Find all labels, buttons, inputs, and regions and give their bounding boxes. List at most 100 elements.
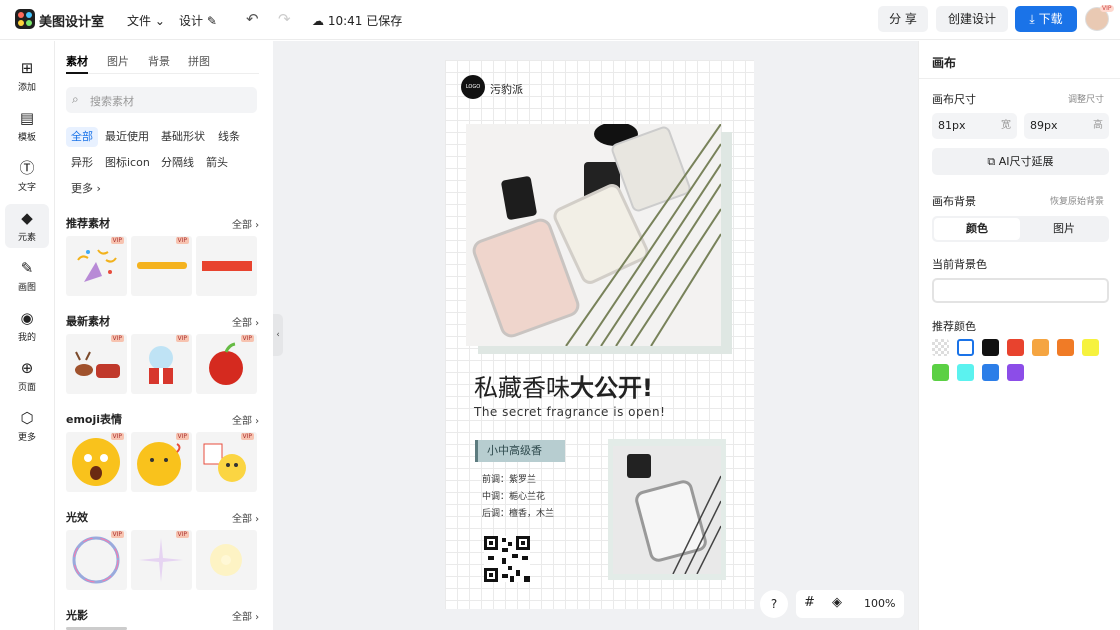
tab-background[interactable]: 背景: [148, 53, 170, 69]
chip-arrow[interactable]: 箭头: [201, 153, 233, 173]
section-title: 光影: [66, 609, 88, 622]
restore-bg-link[interactable]: 恢复原始背景: [1050, 194, 1104, 207]
color-swatch[interactable]: [1032, 339, 1049, 356]
collapse-panel-button[interactable]: ‹: [273, 314, 283, 356]
chip-basic-shape[interactable]: 基础形状: [156, 127, 210, 147]
edit-icon: ✎: [206, 14, 217, 28]
chip-irregular[interactable]: 异形: [66, 153, 98, 173]
color-swatch[interactable]: [1057, 339, 1074, 356]
share-button[interactable]: 分 享: [878, 6, 928, 32]
asset-emoji-thinking[interactable]: VIP: [131, 432, 192, 492]
rail-item-draw[interactable]: ✎ 画图: [5, 254, 49, 298]
chip-all[interactable]: 全部: [66, 127, 98, 147]
app-name[interactable]: 美图设计室: [39, 11, 104, 30]
see-all-link[interactable]: 全部 ›: [232, 608, 259, 623]
brand-name[interactable]: 污豹派: [490, 81, 523, 97]
tab-divider: [66, 73, 259, 74]
tab-material[interactable]: 素材: [66, 53, 88, 69]
perfume-photo[interactable]: [466, 124, 721, 346]
draw-icon: ✎: [20, 259, 34, 277]
current-bg-color[interactable]: [932, 278, 1109, 303]
color-swatch[interactable]: [957, 339, 974, 356]
rail-item-page[interactable]: ⊕ 页面: [5, 354, 49, 398]
tab-collage[interactable]: 拼图: [188, 53, 210, 69]
create-design-button[interactable]: 创建设计: [936, 6, 1008, 32]
rail-item-element[interactable]: ◆ 元素: [5, 204, 49, 248]
sparkle-icon: [139, 538, 183, 582]
rail-item-template[interactable]: ▤ 模板: [5, 104, 49, 148]
zoom-level[interactable]: 100%: [864, 597, 895, 610]
asset-bubble[interactable]: VIP: [66, 530, 127, 590]
bg-image-tab[interactable]: 图片: [1021, 218, 1107, 240]
help-button[interactable]: ?: [760, 590, 788, 618]
vip-badge: VIP: [175, 237, 189, 244]
vip-badge: VIP: [110, 335, 124, 342]
asset-emoji-scared[interactable]: VIP: [66, 432, 127, 492]
asset-brush-stroke[interactable]: VIP: [131, 236, 192, 296]
chip-divider[interactable]: 分隔线: [156, 153, 199, 173]
see-all-link[interactable]: 全部 ›: [232, 216, 259, 231]
resize-link[interactable]: 调整尺寸: [1068, 92, 1104, 105]
design-menu[interactable]: 设计 ✎: [179, 12, 217, 29]
bg-color-tab[interactable]: 颜色: [934, 218, 1020, 240]
cube-icon: ⬡: [20, 409, 34, 427]
asset-sparkle[interactable]: VIP: [131, 530, 192, 590]
color-swatch[interactable]: [932, 364, 949, 381]
section-title: 最新素材: [66, 315, 110, 328]
see-all-link[interactable]: 全部 ›: [232, 314, 259, 329]
ai-resize-button[interactable]: ⧉ AI尺寸延展: [932, 148, 1109, 175]
asset-reindeer-sleigh[interactable]: VIP: [66, 334, 127, 394]
rail-item-add[interactable]: ⊞ 添加: [5, 54, 49, 98]
perfume-photo-bw[interactable]: [613, 446, 721, 574]
asset-red-apple[interactable]: VIP: [196, 334, 257, 394]
redo-icon[interactable]: ↷: [278, 10, 291, 28]
asset-glow[interactable]: [196, 530, 257, 590]
glow-icon: [210, 544, 242, 576]
undo-icon[interactable]: ↶: [246, 10, 259, 28]
download-button[interactable]: ⤓ 下载: [1015, 6, 1077, 32]
note-base[interactable]: 后调：檀香，木兰: [482, 506, 554, 519]
rail-item-more[interactable]: ⬡ 更多: [5, 404, 49, 448]
asset-red-bar[interactable]: [196, 236, 257, 296]
file-menu[interactable]: 文件 ⌄: [127, 12, 165, 29]
grid-icon[interactable]: #: [804, 595, 815, 610]
thinking-face-icon: [137, 442, 181, 486]
chip-line[interactable]: 线条: [213, 127, 245, 147]
app-logo-icon[interactable]: [15, 9, 35, 29]
qr-code[interactable]: [484, 536, 530, 582]
color-swatch[interactable]: [957, 364, 974, 381]
section-title: 光效: [66, 511, 88, 524]
note-top[interactable]: 前调：紫罗兰: [482, 472, 536, 485]
layers-icon[interactable]: ◈: [832, 595, 842, 610]
confetti-icon: [77, 249, 117, 282]
color-swatch[interactable]: [1007, 339, 1024, 356]
color-swatch[interactable]: [982, 364, 999, 381]
color-swatch[interactable]: [982, 339, 999, 356]
reindeer-sleigh-icon: [75, 351, 120, 378]
page-icon: ⊕: [20, 359, 34, 377]
chip-icon[interactable]: 图标icon: [100, 153, 155, 173]
color-swatch[interactable]: [1082, 339, 1099, 356]
asset-snow-globe[interactable]: VIP: [131, 334, 192, 394]
see-all-link[interactable]: 全部 ›: [232, 412, 259, 427]
poster-headline[interactable]: 私藏香味大公开!: [474, 368, 653, 403]
width-field[interactable]: 81px 宽: [932, 113, 1017, 139]
brand-logo[interactable]: LOGO: [461, 75, 485, 99]
left-rail: ⊞ 添加 ▤ 模板 Ⓣ 文字 ◆ 元素 ✎ 画图 ◉ 我的 ⊕ 页面 ⬡ 更多: [0, 41, 55, 630]
color-swatch[interactable]: [1007, 364, 1024, 381]
fragrance-tag[interactable]: 小中高级香: [475, 440, 565, 462]
search-input[interactable]: ⌕ 搜索素材: [66, 87, 257, 113]
rail-item-mine[interactable]: ◉ 我的: [5, 304, 49, 348]
asset-confetti[interactable]: VIP: [66, 236, 127, 296]
tab-image[interactable]: 图片: [107, 53, 129, 69]
rail-item-text[interactable]: Ⓣ 文字: [5, 154, 49, 198]
chip-recent[interactable]: 最近使用: [100, 127, 154, 147]
see-all-link[interactable]: 全部 ›: [232, 510, 259, 525]
chip-more[interactable]: 更多 ›: [66, 179, 106, 199]
poster-subline[interactable]: The secret fragrance is open!: [474, 405, 665, 419]
color-swatch[interactable]: [932, 339, 949, 356]
asset-emoji-chick[interactable]: VIP: [196, 432, 257, 492]
canvas-tools: # ◈ 100%: [796, 590, 904, 618]
height-field[interactable]: 89px 高: [1024, 113, 1109, 139]
note-middle[interactable]: 中调：梔心兰花: [482, 489, 545, 502]
